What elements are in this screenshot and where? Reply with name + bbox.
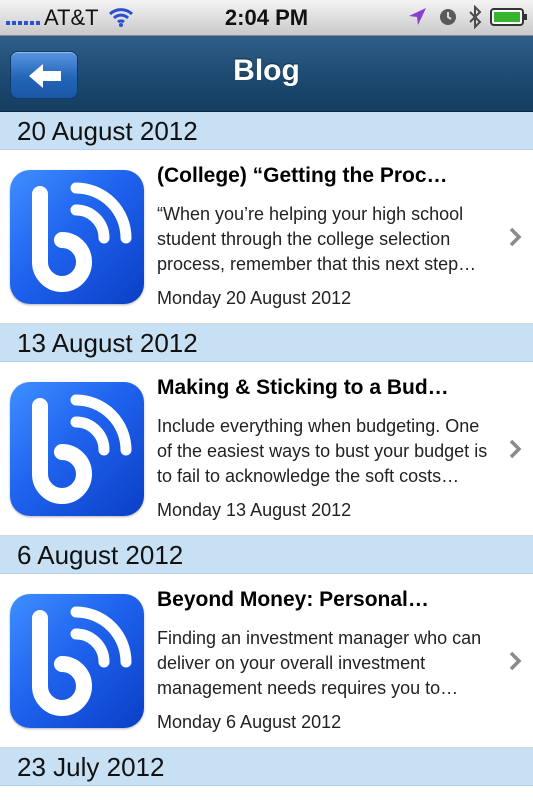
post-date: Monday 6 August 2012 [157, 712, 342, 732]
status-bar: AT&T 2:04 PM [0, 0, 533, 36]
battery-icon [490, 8, 527, 26]
alarm-icon [440, 9, 456, 25]
post-title: (College) “Getting the Proc… [157, 164, 448, 187]
post-title: Making & Sticking to a Bud… [157, 376, 449, 399]
blog-logo-icon [10, 382, 144, 516]
location-icon [409, 8, 426, 25]
blog-post-row[interactable]: Making & Sticking to a Bud… Include ever… [0, 362, 533, 536]
post-excerpt: “When you’re helping your high school st… [157, 204, 477, 274]
blog-post-row[interactable]: (College) “Getting the Proc… “When you’r… [0, 150, 533, 324]
post-excerpt: Finding an investment manager who can de… [157, 628, 482, 698]
post-date: Monday 20 August 2012 [157, 288, 352, 308]
section-header: 6 August 2012 [0, 536, 533, 574]
post-date: Monday 13 August 2012 [157, 500, 352, 520]
section-header: 23 July 2012 [0, 748, 533, 786]
blog-logo-icon [10, 594, 144, 728]
navigation-bar: Blog [0, 36, 533, 112]
chevron-right-icon [509, 227, 522, 247]
bluetooth-icon [469, 5, 482, 29]
section-header: 13 August 2012 [0, 324, 533, 362]
post-excerpt: Include everything when budgeting. One o… [157, 416, 488, 486]
page-title: Blog [233, 54, 300, 87]
blog-post-row[interactable]: Beyond Money: Personal… Finding an inves… [0, 574, 533, 748]
chevron-right-icon [509, 439, 522, 459]
section-header: 20 August 2012 [0, 112, 533, 150]
blog-logo-icon [10, 170, 144, 304]
chevron-right-icon [509, 651, 522, 671]
post-title: Beyond Money: Personal… [157, 588, 429, 611]
